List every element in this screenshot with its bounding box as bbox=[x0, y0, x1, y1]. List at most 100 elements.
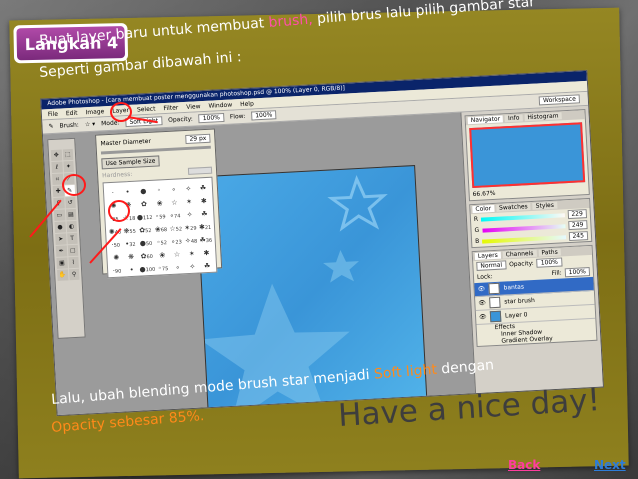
brush-tip[interactable]: ☆ bbox=[167, 194, 181, 207]
brush-tip[interactable]: ✧ bbox=[185, 258, 199, 271]
back-link[interactable]: Back bbox=[508, 458, 540, 472]
brush-tip[interactable]: ◦ 52 bbox=[154, 234, 168, 247]
r-slider[interactable] bbox=[481, 212, 565, 222]
brush-tip[interactable]: ✶ 29 bbox=[183, 220, 197, 233]
brush-tip[interactable]: ✿ 60 bbox=[138, 248, 154, 261]
brush-tip[interactable]: ∘ 23 bbox=[169, 233, 183, 246]
brush-tip[interactable]: ❀ bbox=[155, 247, 169, 260]
magic-wand-icon[interactable]: ✦ bbox=[62, 160, 74, 173]
brush-tip[interactable]: ● 100 bbox=[139, 261, 155, 273]
layer-fill-field[interactable]: 100% bbox=[564, 267, 591, 278]
shape-tool-icon[interactable]: ▢ bbox=[67, 244, 79, 257]
brush-tip[interactable]: ✿ 52 bbox=[137, 222, 153, 235]
marquee-tool-icon[interactable]: ⬚ bbox=[62, 148, 74, 161]
navigator-thumbnail[interactable] bbox=[469, 122, 586, 189]
ps-menu-window[interactable]: Window bbox=[208, 101, 232, 109]
brush-tip[interactable]: ✱ bbox=[199, 245, 213, 258]
ps-flow-field[interactable]: 100% bbox=[251, 110, 277, 121]
ps-workspace-button[interactable]: Workspace bbox=[538, 94, 581, 106]
master-diameter-field[interactable]: 29 px bbox=[185, 133, 211, 144]
eraser-tool-icon[interactable]: ▭ bbox=[53, 209, 65, 221]
ps-menu-filter[interactable]: Filter bbox=[163, 104, 178, 112]
pen-tool-icon[interactable]: ✒ bbox=[55, 245, 67, 257]
brush-tip[interactable]: ✧ 48 bbox=[184, 232, 198, 245]
next-link[interactable]: Next bbox=[594, 458, 626, 472]
move-tool-icon[interactable]: ✥ bbox=[50, 149, 62, 162]
brush-tip[interactable]: · 90 bbox=[110, 262, 124, 275]
zoom-tool-icon[interactable]: ⚲ bbox=[68, 268, 80, 281]
brush-tip[interactable]: ∘ 74 bbox=[168, 207, 182, 220]
tab-layers[interactable]: Layers bbox=[474, 251, 501, 261]
brush-tip[interactable]: • bbox=[124, 262, 138, 275]
layer-opacity-field[interactable]: 100% bbox=[536, 257, 563, 268]
dodge-tool-icon[interactable]: ◐ bbox=[66, 220, 78, 233]
g-value[interactable]: 249 bbox=[567, 220, 588, 231]
brush-tip-icon: ✶ bbox=[185, 197, 193, 207]
path-tool-icon[interactable]: ➤ bbox=[55, 233, 67, 245]
eye-icon[interactable]: 👁 bbox=[477, 286, 485, 293]
ps-opacity-field[interactable]: 100% bbox=[198, 112, 225, 124]
brush-tip[interactable]: ✶ bbox=[182, 194, 196, 207]
brush-tip[interactable]: ✧ bbox=[182, 207, 196, 220]
brush-tip[interactable]: ◦ 59 bbox=[153, 208, 167, 221]
brush-tip[interactable]: ◦ bbox=[152, 182, 166, 195]
brush-tip[interactable]: ✶ bbox=[185, 245, 199, 258]
brush-tip[interactable]: ● bbox=[135, 183, 151, 196]
blur-tool-icon[interactable]: ● bbox=[54, 221, 66, 233]
lasso-tool-icon[interactable]: ℓ bbox=[51, 161, 63, 174]
brush-tip[interactable]: ☆ bbox=[170, 246, 184, 259]
r-value[interactable]: 229 bbox=[567, 209, 588, 220]
tab-navigator[interactable]: Navigator bbox=[467, 115, 504, 125]
brush-tip[interactable]: ● 50 bbox=[138, 235, 154, 248]
brush-tip[interactable]: ❋ 55 bbox=[122, 223, 136, 236]
ps-menu-file[interactable]: File bbox=[48, 110, 58, 118]
brush-tip[interactable]: ✧ bbox=[181, 181, 195, 194]
ps-menu-help[interactable]: Help bbox=[240, 100, 254, 108]
ps-menu-select[interactable]: Select bbox=[137, 105, 156, 113]
history-brush-icon[interactable]: ↺ bbox=[64, 196, 76, 209]
brush-tip[interactable]: ∘ bbox=[166, 181, 180, 194]
brush-tip[interactable]: · bbox=[106, 185, 120, 198]
brush-preset-picker[interactable]: ☆ ▾ bbox=[85, 121, 96, 129]
brush-tip[interactable]: ☘ bbox=[197, 206, 211, 219]
eye-icon[interactable]: 👁 bbox=[478, 300, 486, 307]
brush-tip[interactable]: ✺ bbox=[109, 249, 123, 262]
use-sample-size-button[interactable]: Use Sample Size bbox=[101, 155, 160, 170]
brush-tip[interactable]: • bbox=[120, 184, 134, 197]
brush-tip[interactable]: ☘ 36 bbox=[199, 232, 213, 245]
tab-styles[interactable]: Styles bbox=[532, 201, 558, 210]
brush-tip[interactable]: ❋ bbox=[124, 249, 138, 262]
ps-menu-edit[interactable]: Edit bbox=[66, 109, 78, 117]
tab-info[interactable]: Info bbox=[504, 114, 523, 123]
b-slider[interactable] bbox=[482, 234, 566, 244]
brush-tip[interactable]: ∘ bbox=[170, 259, 184, 272]
eyedropper-tool-icon[interactable]: ⌇ bbox=[67, 256, 79, 269]
brush-tool-icon[interactable]: ✎ bbox=[48, 123, 53, 130]
brush-tip-size: 90 bbox=[114, 268, 122, 275]
brush-tip[interactable]: • 32 bbox=[123, 236, 137, 249]
ps-menu-view[interactable]: View bbox=[186, 103, 201, 111]
type-tool-icon[interactable]: T bbox=[66, 232, 78, 245]
eye-icon[interactable]: 👁 bbox=[479, 313, 487, 320]
brush-tip[interactable]: ✱ bbox=[197, 193, 211, 206]
brush-tip[interactable]: ✿ bbox=[136, 196, 152, 209]
hand-tool-icon[interactable]: ✋ bbox=[57, 269, 69, 281]
tab-color[interactable]: Color bbox=[472, 204, 495, 214]
brush-tip[interactable]: ☘ bbox=[196, 180, 210, 193]
gradient-tool-icon[interactable]: ▤ bbox=[65, 208, 77, 221]
brush-tip[interactable]: ✱ 21 bbox=[198, 219, 212, 232]
tab-paths[interactable]: Paths bbox=[538, 248, 561, 257]
g-slider[interactable] bbox=[482, 223, 566, 233]
brush-tip[interactable]: ☘ bbox=[200, 258, 214, 271]
brush-tip[interactable]: ☆ 52 bbox=[168, 220, 182, 233]
brush-tip[interactable]: ❀ bbox=[152, 195, 166, 208]
tab-histogram[interactable]: Histogram bbox=[524, 112, 562, 122]
notes-tool-icon[interactable]: ▣ bbox=[56, 257, 68, 269]
brush-tip[interactable]: ● 112 bbox=[136, 209, 153, 221]
ps-menu-image[interactable]: Image bbox=[85, 108, 104, 116]
big-star-shape bbox=[199, 283, 350, 417]
brush-tip[interactable]: ◦ 75 bbox=[156, 260, 170, 273]
brush-tip[interactable]: ❀ 68 bbox=[154, 221, 168, 234]
layer-blend-mode[interactable]: Normal bbox=[476, 260, 507, 271]
b-value[interactable]: 245 bbox=[568, 231, 589, 242]
